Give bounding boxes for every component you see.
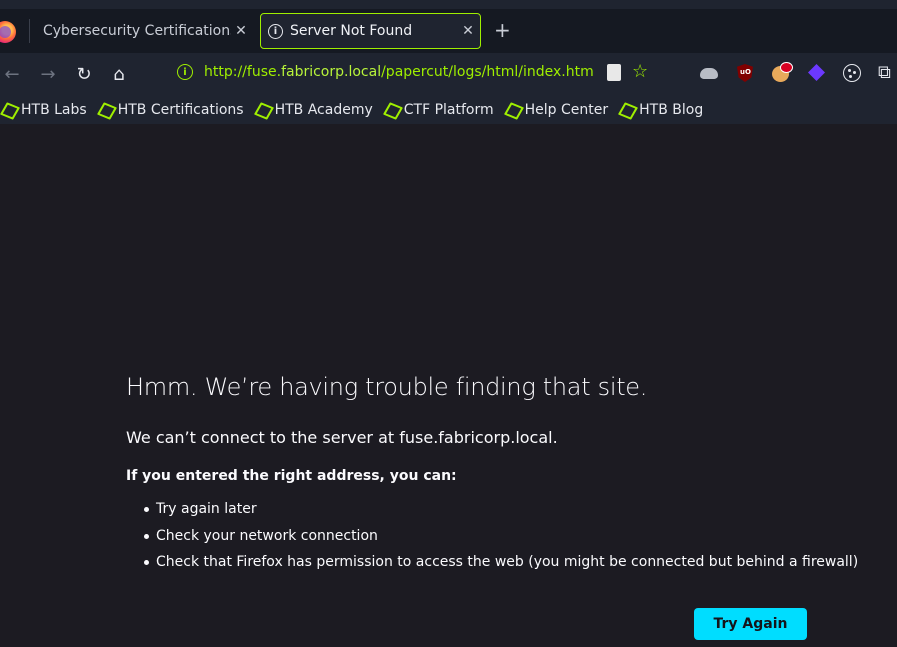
close-icon[interactable]: ✕ (460, 23, 476, 39)
bookmark-label: HTB Academy (274, 101, 373, 118)
bookmark-htb-certifications[interactable]: HTB Certifications (99, 102, 244, 118)
home-button[interactable]: ⌂ (107, 62, 131, 86)
gem-extension-icon[interactable] (807, 63, 827, 83)
extensions-puzzle-icon[interactable]: ⧉ (878, 63, 897, 83)
bookmark-label: CTF Platform (403, 101, 494, 118)
suggestion-list: Try again later Check your network conne… (143, 500, 858, 580)
cube-icon (2, 103, 16, 117)
bookmark-htb-academy[interactable]: HTB Academy (256, 102, 373, 118)
ublock-text: uO (740, 68, 751, 76)
bookmark-star-icon[interactable]: ☆ (632, 61, 648, 82)
cookie-icon[interactable] (842, 63, 862, 83)
reader-view-icon[interactable] (607, 64, 621, 81)
cookie-editor-icon[interactable] (771, 62, 793, 83)
try-again-button[interactable]: Try Again (694, 608, 807, 640)
error-title: Hmm. We’re having trouble finding that s… (126, 373, 648, 401)
navigation-bar: ← → ↻ ⌂ i http://fuse.fabricorp.local/pa… (0, 53, 897, 95)
cube-icon (256, 103, 270, 117)
ublock-origin-icon[interactable]: uO (735, 63, 755, 83)
bookmark-htb-labs[interactable]: HTB Labs (2, 102, 87, 118)
tab-cybersecurity-certifications[interactable]: Cybersecurity Certifications | ✕ (31, 13, 256, 49)
tab-bar: Cybersecurity Certifications | ✕ i Serve… (0, 9, 897, 53)
tab-server-not-found[interactable]: i Server Not Found ✕ (260, 13, 481, 49)
list-item: Check your network connection (143, 527, 858, 554)
tab-separator (29, 19, 30, 43)
list-item: Try again later (143, 500, 858, 527)
bookmark-label: HTB Labs (21, 101, 87, 118)
cube-icon (620, 103, 634, 117)
url-bar[interactable]: http://fuse.fabricorp.local/papercut/log… (204, 64, 594, 80)
bookmark-label: HTB Blog (639, 101, 704, 118)
list-item: Check that Firefox has permission to acc… (143, 553, 858, 580)
bookmark-label: HTB Certifications (117, 101, 244, 118)
url-path: /papercut/logs/html/index.htm (381, 64, 594, 80)
error-description: We can’t connect to the server at fuse.f… (126, 428, 558, 447)
info-icon: i (268, 23, 283, 39)
bookmark-htb-blog[interactable]: HTB Blog (620, 102, 703, 118)
error-page: Hmm. We’re having trouble finding that s… (0, 124, 897, 647)
reload-button[interactable]: ↻ (72, 62, 96, 86)
cube-icon (99, 103, 113, 117)
cube-icon (385, 103, 399, 117)
site-info-icon[interactable]: i (177, 64, 193, 80)
back-button[interactable]: ← (0, 62, 24, 86)
tab-title: Server Not Found (290, 23, 413, 39)
forward-button[interactable]: → (36, 62, 60, 86)
firefox-logo-icon[interactable] (0, 21, 16, 43)
bookmarks-toolbar: HTB Labs HTB Certifications HTB Academy … (0, 95, 897, 124)
url-prefix: http://fuse. (204, 64, 282, 80)
new-tab-button[interactable]: + (494, 20, 511, 40)
bookmark-label: Help Center (524, 101, 609, 118)
tab-title: Cybersecurity Certifications | (43, 23, 231, 39)
error-subheading: If you entered the right address, you ca… (126, 468, 457, 484)
close-icon[interactable]: ✕ (233, 23, 249, 39)
bookmark-ctf-platform[interactable]: CTF Platform (385, 102, 494, 118)
url-host: fabricorp.local (281, 64, 382, 80)
window-top-strip (0, 0, 897, 9)
cube-icon (506, 103, 520, 117)
bookmark-help-center[interactable]: Help Center (506, 102, 609, 118)
wolf-extension-icon[interactable] (699, 63, 719, 83)
